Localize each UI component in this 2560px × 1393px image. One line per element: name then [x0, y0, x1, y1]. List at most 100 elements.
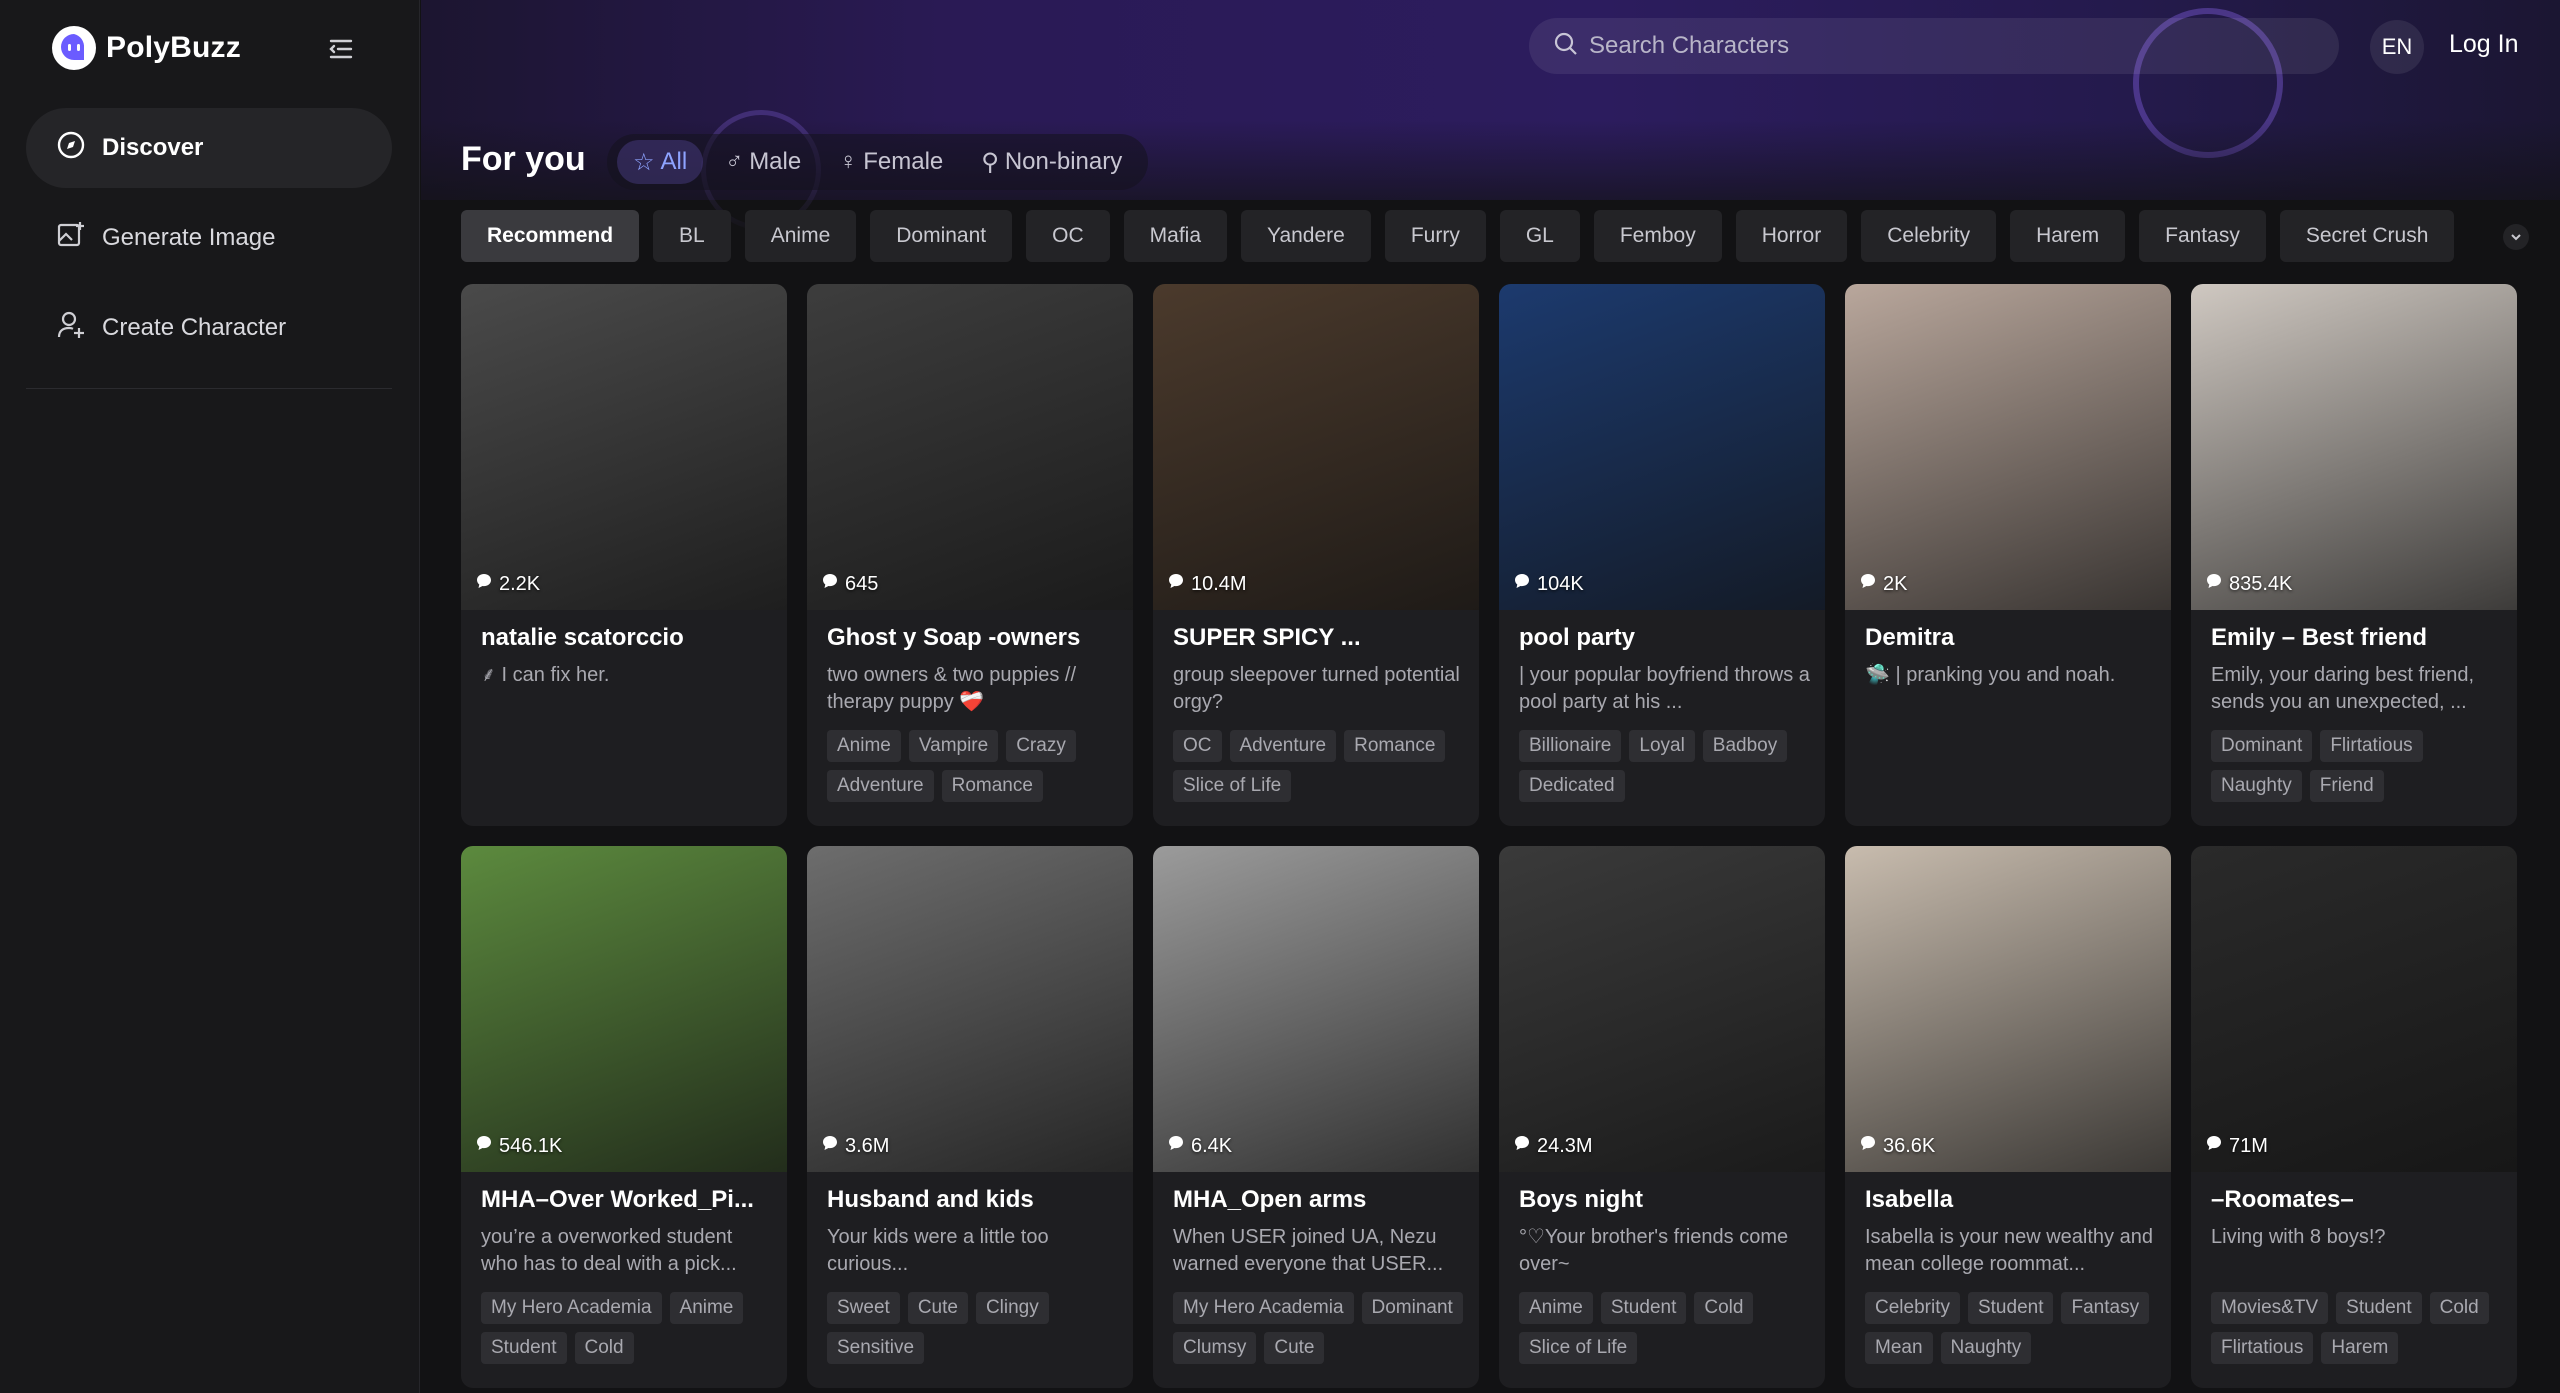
- tag-chip[interactable]: Crazy: [1006, 730, 1076, 762]
- category-chip[interactable]: Secret Crush: [2279, 210, 2455, 262]
- chat-bubble-icon: [1513, 572, 1531, 596]
- tag-chip[interactable]: Celebrity: [1865, 1292, 1960, 1324]
- tag-chip[interactable]: Dedicated: [1519, 770, 1625, 802]
- tag-chip[interactable]: Vampire: [908, 730, 999, 762]
- tag-chip[interactable]: Slice of Life: [1173, 770, 1292, 802]
- tag-chip[interactable]: Student: [2336, 1292, 2422, 1324]
- category-chip[interactable]: GL: [1499, 210, 1580, 262]
- tab-all[interactable]: ☆ All: [617, 140, 704, 184]
- tag-chip[interactable]: Cold: [1694, 1292, 1754, 1324]
- tag-chip[interactable]: Clumsy: [1173, 1332, 1257, 1364]
- tag-chip[interactable]: Student: [481, 1332, 567, 1364]
- chevron-down-icon[interactable]: [2503, 224, 2529, 250]
- login-button[interactable]: Log In: [2449, 30, 2519, 59]
- chat-count: 835.4K: [2205, 572, 2292, 596]
- tag-chip[interactable]: Slice of Life: [1519, 1332, 1638, 1364]
- female-icon: ♀: [839, 148, 858, 175]
- brand-logo[interactable]: PolyBuzz: [52, 24, 241, 72]
- language-button[interactable]: EN: [2370, 20, 2424, 74]
- sidebar-item-generate-image[interactable]: Generate Image: [26, 198, 392, 278]
- tag-chip[interactable]: Naughty: [2211, 770, 2302, 802]
- chat-count-value: 36.6K: [1883, 1134, 1936, 1157]
- tab-non-binary[interactable]: ⚲ Non-binary: [965, 140, 1138, 184]
- chat-bubble-icon: [821, 1134, 839, 1158]
- chat-count: 104K: [1513, 572, 1584, 596]
- tag-chip[interactable]: Adventure: [827, 770, 934, 802]
- category-chip[interactable]: Recommend: [461, 210, 640, 262]
- tag-chip[interactable]: Cold: [574, 1332, 634, 1364]
- tag-chip[interactable]: Sweet: [827, 1292, 900, 1324]
- tab-male[interactable]: ♂ Male: [709, 140, 817, 184]
- tag-chip[interactable]: Anime: [827, 730, 901, 762]
- character-card[interactable]: 3.6M Husband and kids Your kids were a lit…: [807, 846, 1133, 1388]
- search-bar[interactable]: [1529, 18, 2339, 74]
- tag-chip[interactable]: Adventure: [1229, 730, 1337, 762]
- tab-label: All: [660, 148, 688, 175]
- character-card[interactable]: 104K pool party | your popular boyfriend t…: [1499, 284, 1825, 826]
- tag-chip[interactable]: Dominant: [1361, 1292, 1463, 1324]
- chat-bubble-icon: [2205, 1134, 2223, 1158]
- character-name: Emily – Best friend: [2211, 624, 2428, 651]
- character-card[interactable]: 546.1K MHA–Over Worked_Pi... you’re a over…: [461, 846, 787, 1388]
- image-plus-icon: [56, 220, 86, 257]
- character-description: you’re a overworked student who has to d…: [481, 1226, 737, 1275]
- sidebar-item-create-character[interactable]: Create Character: [26, 288, 392, 368]
- character-name: SUPER SPICY ...: [1173, 624, 1361, 651]
- category-chip[interactable]: Dominant: [870, 210, 1013, 262]
- tag-chip[interactable]: Movies&TV: [2211, 1292, 2329, 1324]
- tag-chip[interactable]: OC: [1173, 730, 1222, 762]
- character-card[interactable]: 36.6K Isabella Isabella is your new wealth…: [1845, 846, 2171, 1388]
- category-chip[interactable]: Furry: [1384, 210, 1486, 262]
- category-chip[interactable]: Femboy: [1593, 210, 1722, 262]
- collapse-sidebar-icon[interactable]: [326, 34, 356, 64]
- tag-chip[interactable]: Student: [1967, 1292, 2054, 1324]
- category-chip[interactable]: Mafia: [1123, 210, 1227, 262]
- tag-chip[interactable]: Clingy: [975, 1292, 1049, 1324]
- search-input[interactable]: [1589, 32, 2309, 60]
- tag-chip[interactable]: Anime: [1519, 1292, 1593, 1324]
- tag-chip[interactable]: My Hero Academia: [481, 1292, 662, 1324]
- character-name: pool party: [1519, 624, 1636, 651]
- tag-chip[interactable]: Dominant: [2211, 730, 2313, 762]
- category-chip[interactable]: BL: [653, 210, 731, 262]
- tag-chip[interactable]: Cute: [907, 1292, 968, 1324]
- category-chip[interactable]: Yandere: [1241, 210, 1371, 262]
- character-card[interactable]: 2K Demitra 🛸 | pranking you and noah.: [1845, 284, 2171, 826]
- tag-chip[interactable]: Loyal: [1629, 730, 1695, 762]
- tag-chip[interactable]: Romance: [941, 770, 1043, 802]
- category-chip[interactable]: Celebrity: [1861, 210, 1997, 262]
- character-card[interactable]: 10.4M SUPER SPICY ... group sleepover turn…: [1153, 284, 1479, 826]
- sidebar-item-discover[interactable]: Discover: [26, 108, 392, 188]
- tag-chip[interactable]: Student: [1600, 1292, 1687, 1324]
- tag-chip[interactable]: Harem: [2321, 1332, 2399, 1364]
- tag-chip[interactable]: Romance: [1344, 730, 1446, 762]
- tag-chip[interactable]: Mean: [1865, 1332, 1933, 1364]
- tab-female[interactable]: ♀ Female: [823, 140, 959, 184]
- category-chip[interactable]: Horror: [1735, 210, 1848, 262]
- tag-chip[interactable]: Cold: [2429, 1292, 2489, 1324]
- category-chip[interactable]: Anime: [744, 210, 857, 262]
- category-chip[interactable]: OC: [1026, 210, 1110, 262]
- character-card[interactable]: 24.3M Boys night °♡Your brother's friends …: [1499, 846, 1825, 1388]
- tag-chip[interactable]: Cute: [1264, 1332, 1325, 1364]
- character-card[interactable]: 645 Ghost y Soap -owners two owners & two …: [807, 284, 1133, 826]
- tag-chip[interactable]: Billionaire: [1519, 730, 1622, 762]
- tag-chip[interactable]: Naughty: [1940, 1332, 2032, 1364]
- character-card[interactable]: 6.4K MHA_Open arms When USER joined UA, Ne…: [1153, 846, 1479, 1388]
- tag-chip[interactable]: Fantasy: [2061, 1292, 2150, 1324]
- character-description: Emily, your daring best friend, sends yo…: [2211, 664, 2475, 713]
- tag-chip[interactable]: Badboy: [1702, 730, 1788, 762]
- tag-chip[interactable]: Sensitive: [827, 1332, 925, 1364]
- character-card[interactable]: 71M –Roomates– Living with 8 boys!? Movies&…: [2191, 846, 2517, 1388]
- tag-chip[interactable]: My Hero Academia: [1173, 1292, 1354, 1324]
- tag-chip[interactable]: Flirtatious: [2211, 1332, 2314, 1364]
- tag-chip[interactable]: Anime: [669, 1292, 744, 1324]
- tag-chip[interactable]: Friend: [2309, 770, 2384, 802]
- tag-chip[interactable]: Flirtatious: [2320, 730, 2423, 762]
- character-description: Living with 8 boys!?: [2211, 1226, 2386, 1248]
- category-chip[interactable]: Fantasy: [2139, 210, 2266, 262]
- character-card[interactable]: 835.4K Emily – Best friend Emily, your dar…: [2191, 284, 2517, 826]
- character-image: [1499, 846, 1825, 1172]
- character-card[interactable]: 2.2K natalie scatorccio ⸙ I can fix her.: [461, 284, 787, 826]
- category-chip[interactable]: Harem: [2010, 210, 2126, 262]
